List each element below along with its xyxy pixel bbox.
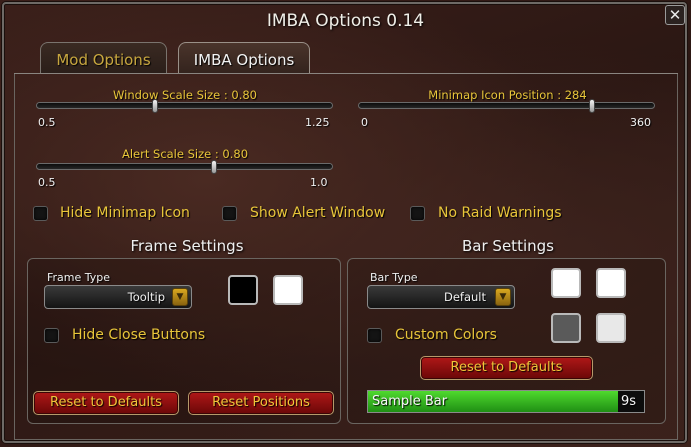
tab-label: Mod Options bbox=[56, 51, 151, 69]
sample-bar-time: 9s bbox=[621, 394, 637, 409]
bar-color-swatch-3[interactable] bbox=[551, 313, 581, 343]
bar-type-label: Bar Type bbox=[370, 271, 418, 284]
frame-color-swatch-1[interactable] bbox=[228, 275, 258, 305]
tab-imba-options[interactable]: IMBA Options bbox=[178, 42, 310, 74]
custom-colors-label: Custom Colors bbox=[395, 327, 497, 343]
bar-type-value: Default bbox=[443, 290, 486, 304]
tab-mod-options[interactable]: Mod Options bbox=[40, 42, 167, 74]
show-alert-window-checkbox[interactable] bbox=[222, 206, 237, 221]
bar-color-swatch-1[interactable] bbox=[551, 268, 581, 298]
tab-divider bbox=[14, 73, 678, 74]
alert-scale-max: 1.0 bbox=[310, 176, 328, 189]
minimap-icon-min: 0 bbox=[361, 116, 368, 129]
hide-close-buttons-checkbox[interactable] bbox=[44, 328, 59, 343]
no-raid-warnings-checkbox[interactable] bbox=[410, 206, 425, 221]
frame-reset-defaults-button[interactable]: Reset to Defaults bbox=[33, 391, 179, 415]
no-raid-warnings-label: No Raid Warnings bbox=[438, 205, 562, 221]
window-scale-label: Window Scale Size : 0.80 bbox=[113, 88, 257, 102]
chevron-down-icon: ▼ bbox=[495, 288, 511, 306]
bar-type-dropdown[interactable]: Default ▼ bbox=[367, 285, 515, 309]
window-scale-max: 1.25 bbox=[305, 116, 330, 129]
alert-scale-thumb[interactable] bbox=[211, 160, 218, 174]
alert-scale-label: Alert Scale Size : 0.80 bbox=[121, 147, 249, 161]
minimap-icon-max: 360 bbox=[630, 116, 651, 129]
bar-color-swatch-2[interactable] bbox=[596, 268, 626, 298]
window-scale-thumb[interactable] bbox=[151, 99, 158, 113]
minimap-icon-thumb[interactable] bbox=[589, 99, 596, 113]
hide-close-buttons-label: Hide Close Buttons bbox=[72, 327, 206, 343]
window-scale-min: 0.5 bbox=[38, 116, 56, 129]
button-label: Reset Positions bbox=[212, 395, 310, 410]
frame-type-label: Frame Type bbox=[47, 271, 111, 284]
frame-color-swatch-2[interactable] bbox=[273, 275, 303, 305]
reset-positions-button[interactable]: Reset Positions bbox=[188, 391, 334, 415]
sample-bar-label: Sample Bar bbox=[372, 394, 448, 409]
hide-minimap-icon-checkbox[interactable] bbox=[33, 206, 48, 221]
show-alert-window-label: Show Alert Window bbox=[250, 205, 386, 221]
close-icon: ✕ bbox=[668, 6, 682, 24]
bar-color-swatch-4[interactable] bbox=[596, 313, 626, 343]
frame-settings-title: Frame Settings bbox=[130, 237, 244, 255]
button-label: Reset to Defaults bbox=[450, 360, 563, 375]
chevron-down-icon: ▼ bbox=[172, 288, 188, 306]
window-title: IMBA Options 0.14 bbox=[266, 11, 425, 31]
button-label: Reset to Defaults bbox=[50, 395, 162, 410]
minimap-icon-slider[interactable] bbox=[358, 102, 655, 109]
tab-label: IMBA Options bbox=[193, 51, 295, 69]
close-button[interactable]: ✕ bbox=[665, 5, 685, 25]
window-scale-slider[interactable] bbox=[36, 102, 333, 109]
alert-scale-min: 0.5 bbox=[38, 176, 56, 189]
frame-type-dropdown[interactable]: Tooltip ▼ bbox=[44, 285, 192, 309]
minimap-icon-label: Minimap Icon Position : 284 bbox=[428, 88, 587, 102]
custom-colors-checkbox[interactable] bbox=[367, 328, 382, 343]
frame-type-value: Tooltip bbox=[127, 290, 165, 304]
hide-minimap-icon-label: Hide Minimap Icon bbox=[60, 205, 190, 221]
bar-settings-title: Bar Settings bbox=[462, 237, 554, 255]
alert-scale-slider[interactable] bbox=[36, 163, 333, 170]
bar-reset-defaults-button[interactable]: Reset to Defaults bbox=[420, 356, 593, 380]
